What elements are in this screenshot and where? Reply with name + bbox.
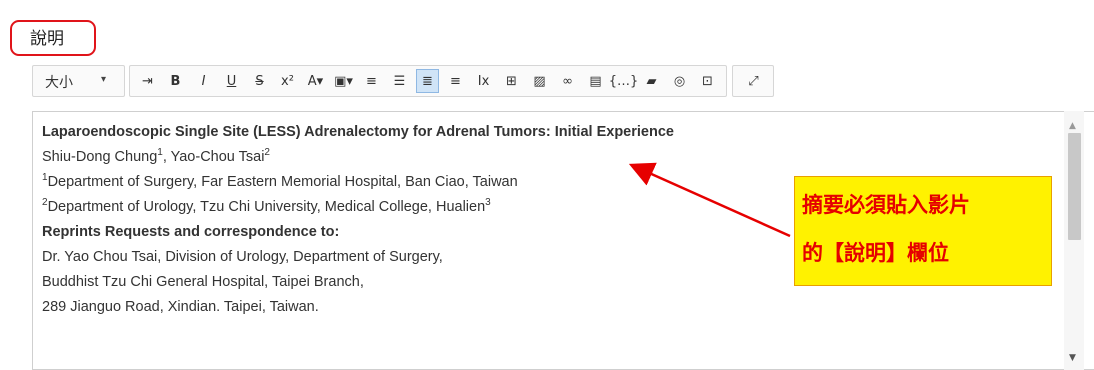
callout-line-2: 的【說明】欄位: [802, 241, 949, 265]
annotation-callout: 摘要必須貼入影片 的【說明】欄位: [794, 176, 1052, 286]
callout-line-1: 摘要必須貼入影片: [802, 193, 970, 217]
